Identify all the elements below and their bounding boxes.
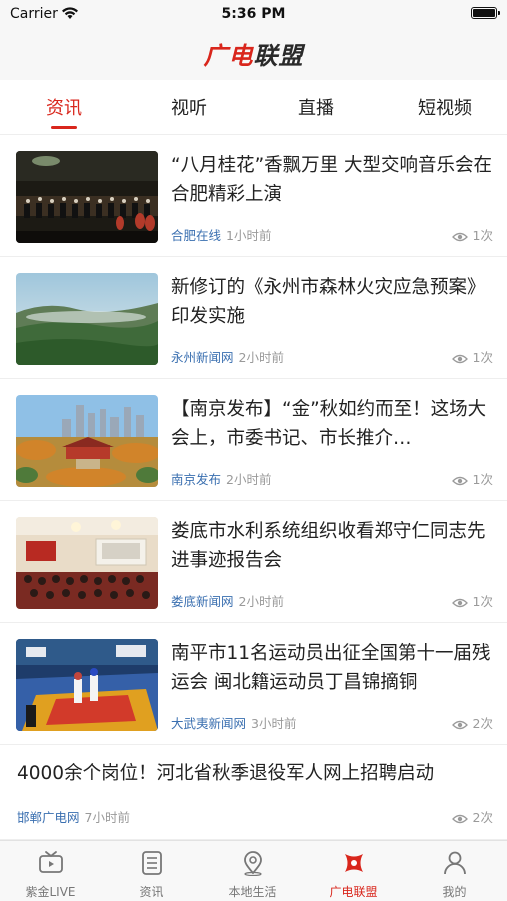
view-count: 1次 [451,591,493,610]
news-source[interactable]: 邯郸广电网 [17,810,80,825]
bottom-tab-label: 本地生活 [228,885,277,899]
view-count-value: 1次 [472,350,493,365]
news-time: 2小时前 [238,350,284,365]
news-time: 2小时前 [238,594,284,609]
bottom-tab-alliance[interactable]: 广电联盟 [303,841,404,901]
view-count: 2次 [451,713,493,732]
eye-icon [451,598,468,607]
view-count: 1次 [451,469,493,488]
alliance-icon [345,854,363,872]
status-bar: Carrier 5:36 PM [0,0,507,30]
tab-live[interactable]: 直播 [271,94,361,120]
view-count: 1次 [451,225,493,244]
meeting-hall-photo [16,517,158,609]
news-item[interactable]: “八月桂花”香飘万里 大型交响音乐会在合肥精彩上演 合肥在线 1小时前 1次 [0,135,507,257]
bottom-tab-label: 紫金LIVE [25,885,76,899]
view-count-value: 1次 [472,594,493,609]
news-time: 2小时前 [226,472,272,487]
news-item[interactable]: 娄底市水利系统组织收看郑守仁同志先进事迹报告会 娄底新闻网 2小时前 1次 [0,501,507,623]
news-meta: 永州新闻网 2小时前 [171,347,284,366]
news-title[interactable]: 【南京发布】“金”秋如约而至！这场大会上，市委书记、市长推介… [171,395,493,453]
view-count: 2次 [451,807,493,826]
taekwondo-match-photo [16,639,158,731]
news-meta: 合肥在线 1小时前 [171,225,271,244]
user-icon [444,851,466,875]
news-time: 1小时前 [226,228,272,243]
bottom-tab-zijin-live[interactable]: 紫金LIVE [0,841,101,901]
tab-short-video[interactable]: 短视频 [400,94,490,120]
bottom-tab-bar: 紫金LIVE 资讯 本地生活 广电联盟 我的 [0,840,507,901]
news-meta: 南京发布 2小时前 [171,469,271,488]
view-count-value: 2次 [472,810,493,825]
bottom-tab-label: 广电联盟 [329,885,378,899]
news-source[interactable]: 娄底新闻网 [171,594,234,609]
news-item[interactable]: 新修订的《永州市森林火灾应急预案》印发实施 永州新闻网 2小时前 1次 [0,257,507,379]
active-tab-indicator [51,126,77,129]
news-source[interactable]: 大武夷新闻网 [171,716,246,731]
news-title[interactable]: 南平市11名运动员出征全国第十一届残运会 闽北籍运动员丁昌锦摘铜 [171,639,493,697]
app-logo: 广电联盟 [204,36,304,71]
orchestra-stage-photo [16,151,158,243]
news-time: 7小时前 [84,810,130,825]
view-count-value: 1次 [472,472,493,487]
bottom-tab-news[interactable]: 资讯 [101,841,202,901]
clock: 5:36 PM [221,6,286,22]
news-list-icon [142,851,162,875]
news-title[interactable]: 4000余个岗位！河北省秋季退役军人网上招聘启动 [17,759,497,788]
bottom-tab-local-life[interactable]: 本地生活 [202,841,303,901]
news-title[interactable]: 新修订的《永州市森林火灾应急预案》印发实施 [171,273,493,331]
eye-icon [451,720,468,729]
logo-part-2: 联盟 [253,42,304,70]
news-source[interactable]: 永州新闻网 [171,350,234,365]
news-item[interactable]: 南平市11名运动员出征全国第十一届残运会 闽北籍运动员丁昌锦摘铜 大武夷新闻网 3… [0,623,507,745]
top-nav-bar: 广电联盟 [0,30,507,80]
news-title[interactable]: 娄底市水利系统组织收看郑守仁同志先进事迹报告会 [171,517,493,575]
view-count-value: 1次 [472,228,493,243]
news-list: “八月桂花”香飘万里 大型交响音乐会在合肥精彩上演 合肥在线 1小时前 1次 新修… [0,135,507,840]
tab-audio-visual[interactable]: 视听 [144,94,234,120]
battery-icon [471,7,500,19]
location-pin-icon [244,851,262,876]
news-item[interactable]: 4000余个岗位！河北省秋季退役军人网上招聘启动 邯郸广电网 7小时前 2次 [0,745,507,840]
tv-icon [39,851,63,873]
news-time: 3小时前 [251,716,297,731]
forest-mountain-photo [16,273,158,365]
eye-icon [451,814,468,823]
eye-icon [451,476,468,485]
eye-icon [451,232,468,241]
bottom-tab-label: 我的 [442,885,467,899]
bottom-tab-label: 资讯 [139,885,164,899]
tab-news[interactable]: 资讯 [19,94,109,120]
news-source[interactable]: 合肥在线 [171,228,221,243]
eye-icon [451,354,468,363]
news-title[interactable]: “八月桂花”香飘万里 大型交响音乐会在合肥精彩上演 [171,151,493,209]
news-source[interactable]: 南京发布 [171,472,221,487]
logo-part-1: 广电 [203,42,254,70]
bottom-tab-me[interactable]: 我的 [404,841,505,901]
news-item[interactable]: 【南京发布】“金”秋如约而至！这场大会上，市委书记、市长推介… 南京发布 2小时前… [0,379,507,501]
news-meta: 娄底新闻网 2小时前 [171,591,284,610]
city-skyline-photo [16,395,158,487]
news-meta: 大武夷新闻网 3小时前 [171,713,296,732]
view-count: 1次 [451,347,493,366]
view-count-value: 2次 [472,716,493,731]
news-meta: 邯郸广电网 7小时前 [17,807,130,826]
